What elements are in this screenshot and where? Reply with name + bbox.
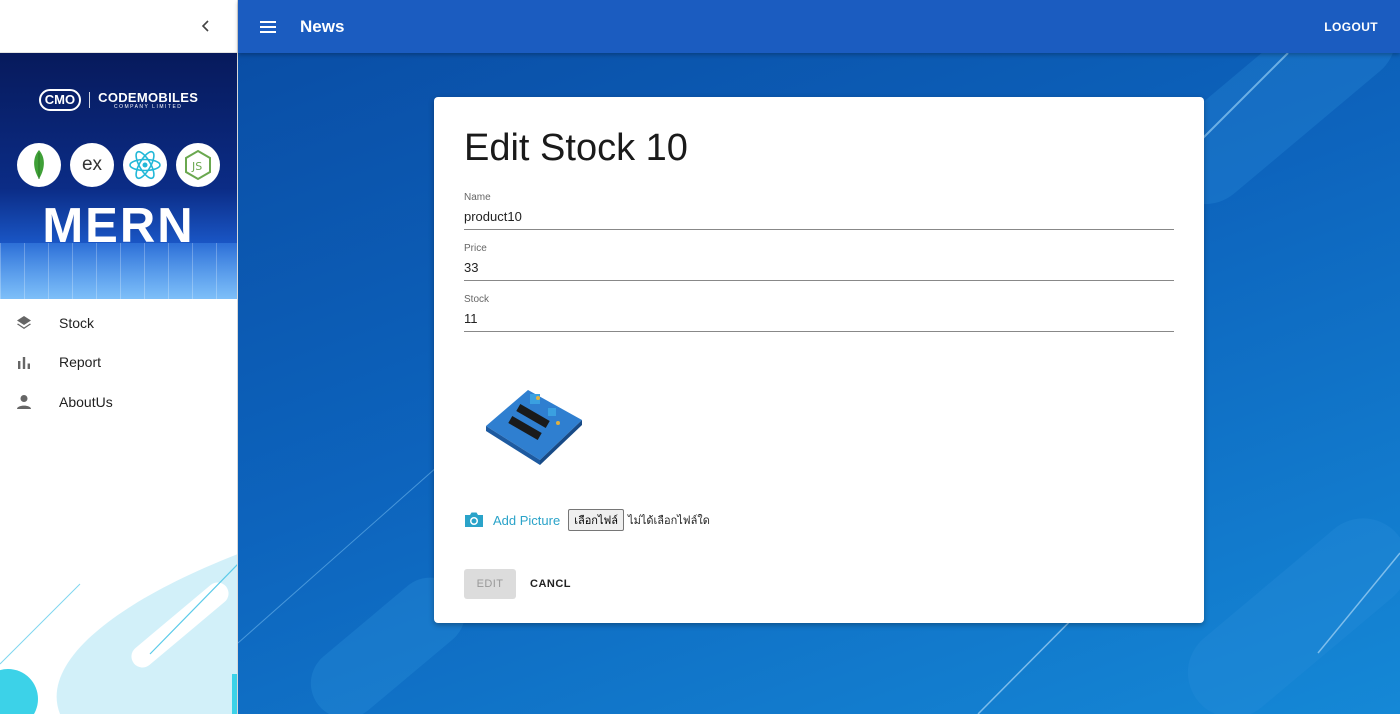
sidebar-item-report[interactable]: Report (0, 343, 237, 383)
app-bar: News LOGOUT (238, 0, 1400, 53)
form-actions: EDIT CANCL (464, 569, 1174, 599)
edit-stock-card: Edit Stock 10 Name Price Stock (434, 97, 1204, 623)
stock-label: Stock (464, 294, 490, 305)
tech-logos: ex JS (0, 143, 237, 187)
name-field: Name (464, 192, 1174, 230)
banner-grid-decoration (0, 243, 237, 299)
express-text: ex (81, 154, 103, 175)
mongodb-icon (17, 143, 61, 187)
sidebar-item-aboutus[interactable]: AboutUs (0, 382, 237, 422)
express-icon: ex (70, 143, 114, 187)
chevron-left-icon (201, 20, 209, 32)
main-content: Edit Stock 10 Name Price Stock (238, 53, 1400, 714)
hamburger-menu-icon (260, 20, 276, 33)
sidebar-item-label: Stock (59, 314, 95, 331)
file-status-text: ไม่ได้เลือกไฟล์ใด (628, 515, 710, 527)
brand-text: CODEMOBILES COMPANY LIMITED (98, 91, 198, 110)
edit-button[interactable]: EDIT (464, 569, 516, 599)
bar-chart-icon (16, 354, 32, 370)
choose-file-button[interactable]: เลือกไฟล์ (568, 509, 625, 531)
page-title: Edit Stock 10 (464, 127, 688, 169)
stock-input[interactable] (464, 305, 1174, 332)
sidebar-item-label: Report (59, 354, 102, 371)
brand: CMO CODEMOBILES COMPANY LIMITED (0, 89, 237, 111)
cancel-button[interactable]: CANCL (530, 578, 571, 590)
sidebar-item-label: AboutUs (59, 393, 113, 410)
react-icon (123, 143, 167, 187)
collapse-sidebar-button[interactable] (195, 15, 217, 37)
nodejs-icon: JS (176, 143, 220, 187)
layers-icon (16, 315, 32, 331)
name-input[interactable] (464, 203, 1174, 230)
camera-icon[interactable] (464, 511, 484, 529)
app-title: News (300, 16, 345, 36)
upload-row: Add Picture เลือกไฟล์ ไม่ได้เลือกไฟล์ใด (464, 509, 1174, 531)
logout-button[interactable]: LOGOUT (1324, 20, 1378, 34)
menu-button[interactable] (257, 15, 281, 39)
svg-text:JS: JS (191, 160, 202, 173)
sidebar-decoration (0, 544, 237, 714)
add-picture-label[interactable]: Add Picture (493, 513, 560, 528)
name-label: Name (464, 192, 491, 203)
sidebar-item-stock[interactable]: Stock (0, 303, 237, 343)
brand-logo: CMO (38, 89, 82, 111)
stock-field: Stock (464, 294, 1174, 332)
product-image-preview (478, 368, 590, 468)
mern-banner: CMO CODEMOBILES COMPANY LIMITED ex JS ME… (0, 53, 237, 299)
sidebar-header (0, 0, 237, 53)
sidebar-nav: Stock Report AboutUs (0, 303, 237, 422)
price-field: Price (464, 243, 1174, 281)
price-input[interactable] (464, 254, 1174, 281)
person-icon (16, 394, 32, 410)
price-label: Price (464, 243, 487, 254)
brand-divider (89, 92, 91, 108)
brand-name: CODEMOBILES (98, 89, 199, 105)
sidebar: CMO CODEMOBILES COMPANY LIMITED ex JS ME… (0, 0, 238, 714)
